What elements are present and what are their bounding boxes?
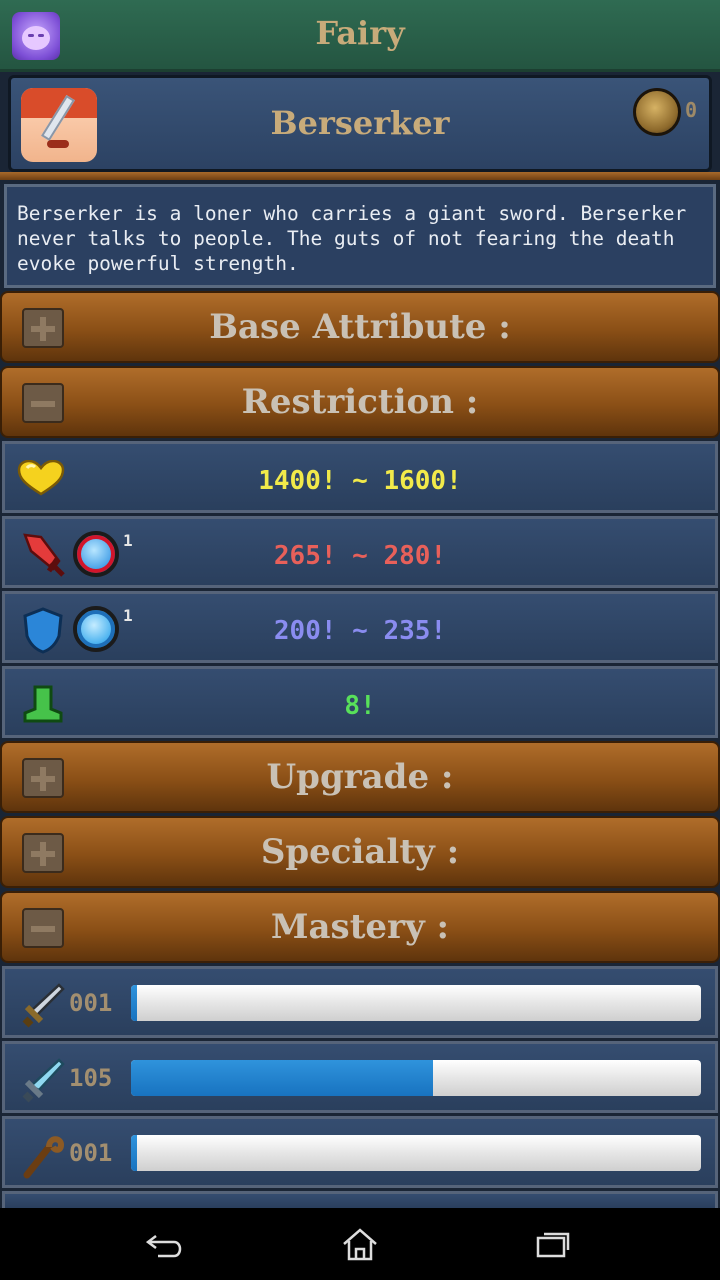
- section-specialty[interactable]: Specialty :: [0, 816, 720, 888]
- character-card: Berserker 0: [8, 75, 712, 172]
- section-base-attribute[interactable]: Base Attribute :: [0, 291, 720, 363]
- section-label: Mastery :: [270, 907, 450, 947]
- speed-value: 8!: [344, 691, 376, 721]
- mastery-progress-bar: [131, 985, 701, 1021]
- mastery-level: 001: [69, 989, 113, 1017]
- restriction-row-speed: 8!: [2, 666, 718, 738]
- page-title: Fairy: [315, 14, 405, 52]
- mastery-row-blue-sword: 105: [2, 1041, 718, 1113]
- restriction-row-attack: 1 265! ~ 280!: [2, 516, 718, 588]
- section-upgrade[interactable]: Upgrade :: [0, 741, 720, 813]
- sword-icon: [22, 983, 65, 1028]
- character-description: Berserker is a loner who carries a giant…: [4, 184, 716, 288]
- restriction-row-defense: 1 200! ~ 235!: [2, 591, 718, 663]
- character-name: Berserker: [270, 104, 450, 142]
- top-bar: Fairy: [0, 0, 720, 72]
- coin-icon: [633, 88, 681, 136]
- staff-icon: [23, 1136, 65, 1179]
- mastery-level: 001: [69, 1139, 113, 1167]
- mastery-level: 105: [69, 1064, 113, 1092]
- section-label: Restriction :: [241, 382, 479, 422]
- blue-sword-icon: [22, 1058, 65, 1103]
- recents-icon[interactable]: [534, 1226, 574, 1262]
- section-label: Upgrade :: [266, 757, 454, 797]
- section-label: Specialty :: [260, 832, 460, 872]
- hp-range: 1400! ~ 1600!: [258, 466, 462, 496]
- mastery-progress-bar: [131, 1135, 701, 1171]
- attack-range: 265! ~ 280!: [273, 541, 447, 571]
- mastery-row-staff: 001: [2, 1116, 718, 1188]
- defense-range: 200! ~ 235!: [273, 616, 447, 646]
- back-icon[interactable]: [146, 1226, 186, 1262]
- divider: [0, 172, 720, 180]
- coin-count: 0: [685, 98, 698, 122]
- section-label: Base Attribute :: [209, 307, 511, 347]
- home-icon[interactable]: [340, 1226, 380, 1262]
- mastery-row-sword: 001: [2, 966, 718, 1038]
- mastery-progress-bar: [131, 1060, 701, 1096]
- section-restriction[interactable]: Restriction :: [0, 366, 720, 438]
- restriction-row-hp: 1400! ~ 1600!: [2, 441, 718, 513]
- system-nav-bar: [0, 1208, 720, 1280]
- section-mastery[interactable]: Mastery :: [0, 891, 720, 963]
